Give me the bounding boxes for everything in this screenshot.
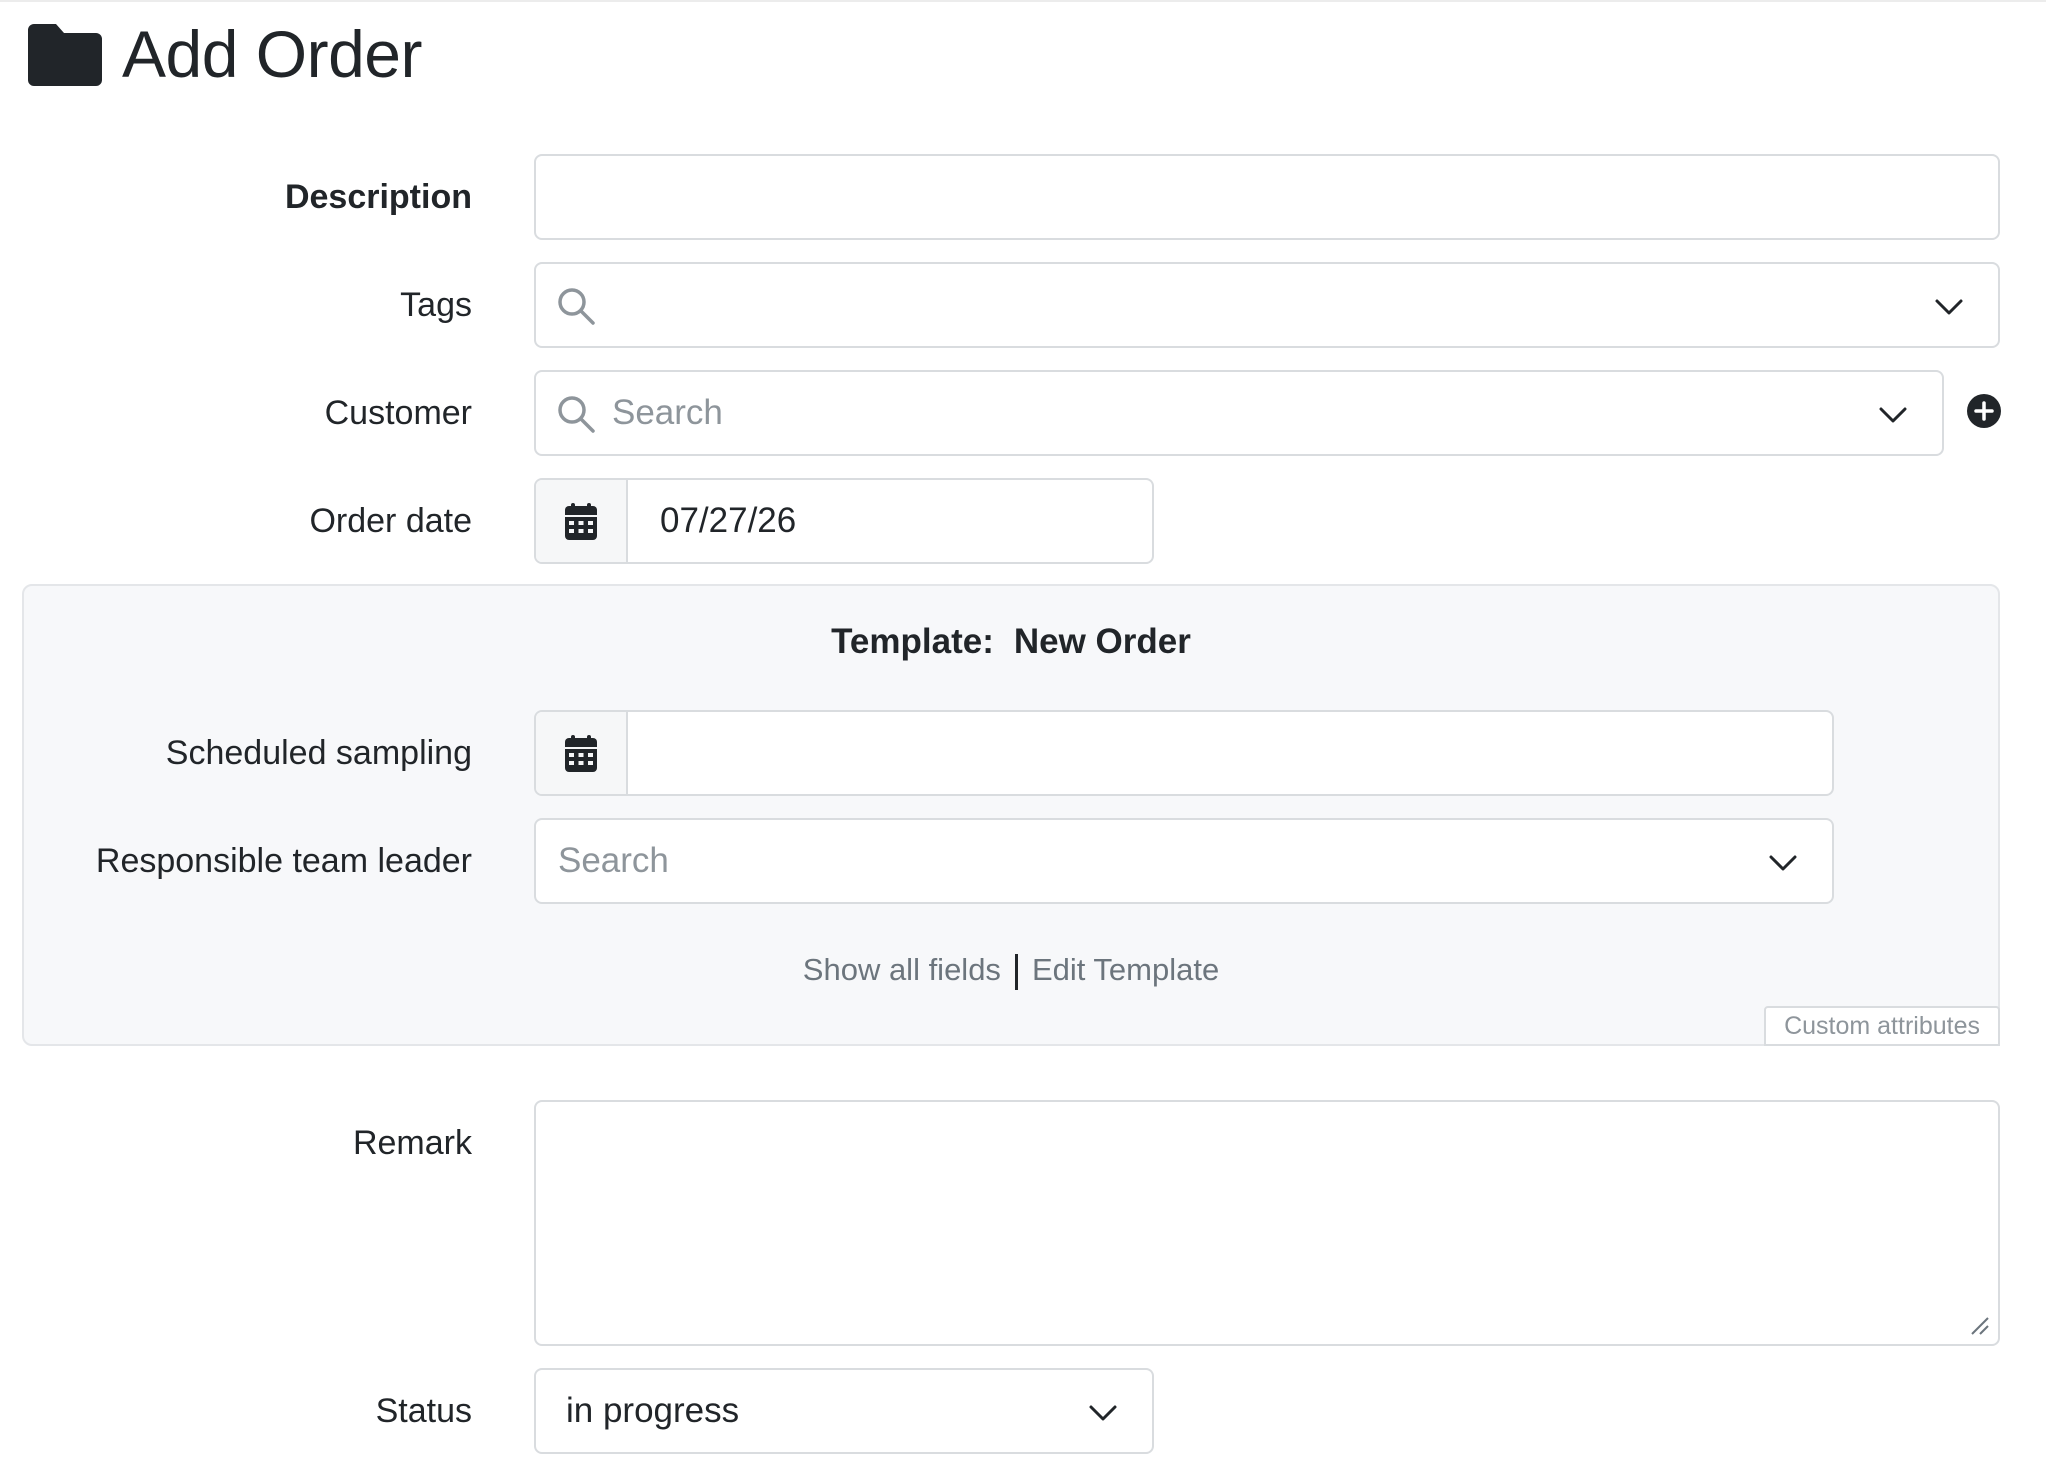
- chevron-down-icon[interactable]: [1768, 848, 1798, 878]
- resize-handle-icon[interactable]: [1968, 1314, 1990, 1336]
- order-date-calendar-button[interactable]: [536, 480, 628, 562]
- scheduled-sampling-calendar-button[interactable]: [536, 712, 628, 794]
- customer-placeholder: Search: [612, 393, 723, 432]
- calendar-icon: [565, 735, 597, 772]
- status-select[interactable]: in progress: [534, 1368, 1154, 1454]
- template-panel: Template: New Order Show all fields Edit T…: [22, 584, 2000, 1046]
- order-date-label: Order date: [309, 502, 472, 540]
- status-row: Status in progress: [0, 1368, 2046, 1454]
- custom-attributes-tab[interactable]: Custom attributes: [1764, 1006, 2000, 1046]
- tags-label: Tags: [400, 286, 472, 324]
- search-icon: [558, 396, 595, 433]
- folder-icon: [28, 24, 102, 86]
- remark-label: Remark: [352, 1124, 472, 1162]
- edit-template-link[interactable]: Edit Template: [1032, 952, 1219, 987]
- tags-select[interactable]: [534, 262, 2000, 348]
- chevron-down-icon[interactable]: [1878, 400, 1908, 430]
- page-title: Add Order: [122, 17, 422, 91]
- template-title: Template: New Order: [24, 622, 1998, 662]
- tags-row: Tags: [0, 262, 2046, 348]
- team-leader-placeholder: Search: [558, 841, 669, 880]
- order-date-value: 07/27/26: [660, 501, 797, 540]
- template-name: New Order: [1013, 622, 1191, 661]
- team-leader-select[interactable]: Search: [534, 818, 1834, 904]
- team-leader-label: Responsible team leader: [95, 842, 472, 880]
- chevron-down-icon[interactable]: [1934, 292, 1964, 322]
- chevron-down-icon[interactable]: [1088, 1398, 1118, 1428]
- template-links: Show all fields Edit Template: [24, 952, 1998, 990]
- page-header: Add Order: [28, 14, 422, 94]
- customer-select[interactable]: Search: [534, 370, 1944, 456]
- order-date-row: Order date 07/27/26: [0, 478, 2046, 564]
- team-leader-row: Responsible team leader Search: [0, 818, 2046, 904]
- customer-row: Customer Search: [0, 370, 2046, 456]
- status-label: Status: [375, 1392, 472, 1430]
- add-customer-button[interactable]: [1966, 393, 2002, 429]
- template-prefix: Template:: [831, 622, 994, 661]
- show-all-fields-link[interactable]: Show all fields: [803, 952, 1001, 987]
- description-input[interactable]: [534, 154, 2000, 240]
- scheduled-sampling-row: Scheduled sampling: [0, 710, 2046, 796]
- link-separator: [1014, 953, 1018, 990]
- scheduled-sampling-input[interactable]: [534, 710, 1834, 796]
- customer-label: Customer: [324, 394, 472, 432]
- status-value: in progress: [566, 1391, 740, 1430]
- remark-textarea[interactable]: [534, 1100, 2000, 1346]
- scheduled-sampling-label: Scheduled sampling: [165, 734, 472, 772]
- description-label: Description: [284, 178, 472, 216]
- remark-row: Remark: [0, 1100, 2046, 1346]
- search-icon: [558, 288, 595, 325]
- description-row: Description: [0, 154, 2046, 240]
- calendar-icon: [565, 503, 597, 540]
- order-date-input[interactable]: 07/27/26: [534, 478, 1154, 564]
- top-border: [0, 0, 2046, 2]
